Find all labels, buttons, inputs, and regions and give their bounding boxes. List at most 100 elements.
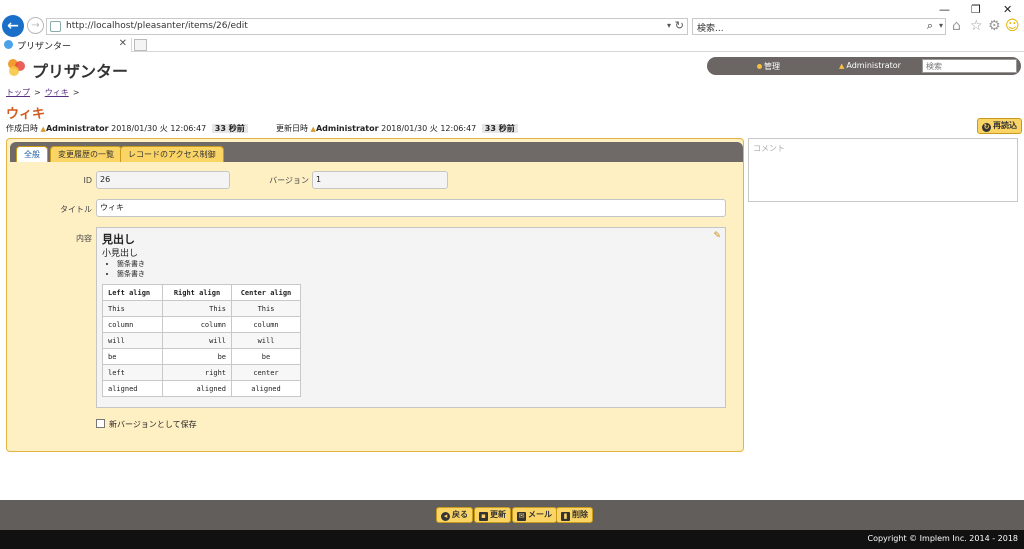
browser-tab-title: プリザンター [17, 42, 72, 52]
content-preview[interactable]: 見出し 小見出し ✎ 箇条書き 箇条書き Left align Right al… [96, 227, 726, 408]
created-label: 作成日時 [6, 124, 38, 133]
mail-button[interactable]: ✉ メール [512, 507, 557, 523]
update-button[interactable]: ▪ 更新 [474, 507, 511, 523]
table-row: be be be [102, 348, 301, 365]
back-icon: ◂ [441, 512, 450, 521]
admin-menu[interactable]: 管理 [757, 61, 780, 72]
created-user[interactable]: Administrator [46, 124, 109, 133]
table-cell: This [162, 300, 232, 317]
updated-user[interactable]: Administrator [316, 124, 379, 133]
comment-input[interactable]: コメント [748, 138, 1018, 202]
footer-toolbar: ◂ 戻る ▪ 更新 ✉ メール ▮ 削除 [0, 500, 1024, 530]
title-label: タイトル [60, 205, 92, 214]
user-menu[interactable]: ▲ Administrator [839, 61, 901, 70]
id-label: ID [83, 176, 92, 185]
content-table: Left align Right align Center align This… [102, 284, 301, 397]
favicon-icon [4, 40, 13, 49]
settings-gear-icon[interactable]: ⚙ [988, 18, 1001, 34]
list-item: 箇条書き [117, 269, 145, 279]
save-disk-icon: ▪ [479, 512, 488, 521]
logo-flower-icon [8, 59, 25, 76]
new-tab-icon[interactable] [134, 39, 147, 51]
address-dropdown-icon[interactable]: ▾ [667, 21, 671, 30]
refresh-icon[interactable]: ↻ [675, 19, 684, 32]
content-heading: 見出し [102, 233, 135, 246]
content-bullet-list: 箇条書き 箇条書き [117, 259, 145, 279]
table-cell: be [162, 348, 232, 365]
table-cell: column [102, 316, 163, 333]
table-header: Right align [162, 284, 232, 301]
content-subheading: 小見出し [102, 249, 139, 259]
search-icon[interactable]: ⌕ [927, 19, 933, 33]
table-row: This This This [102, 300, 301, 317]
updated-time: 2018/01/30 火 12:06:47 [381, 124, 477, 133]
table-cell: aligned [162, 380, 232, 397]
restore-icon[interactable]: ❐ [971, 3, 981, 16]
breadcrumb-separator: > [34, 88, 41, 97]
table-cell: aligned [231, 380, 301, 397]
reload-button[interactable]: ↻ 再読込 [977, 118, 1022, 134]
header-search[interactable] [922, 59, 1017, 73]
address-bar[interactable]: http://localhost/pleasanter/items/26/edi… [46, 18, 688, 35]
back-button[interactable]: ◂ 戻る [436, 507, 473, 523]
reload-label: 再読込 [993, 121, 1017, 130]
favorites-star-icon[interactable]: ☆ [970, 18, 983, 34]
breadcrumb-wiki[interactable]: ウィキ [45, 88, 69, 97]
browser-tab[interactable]: プリザンター ✕ [0, 38, 132, 52]
updated-ago-badge: 33 秒前 [481, 124, 518, 133]
version-field: 1 [312, 171, 448, 189]
table-cell: center [231, 364, 301, 381]
back-arrow-icon[interactable]: ← [2, 15, 24, 37]
table-cell: right [162, 364, 232, 381]
breadcrumb: トップ > ウィキ > [6, 87, 83, 98]
tab-history[interactable]: 変更履歴の一覧 [50, 146, 122, 162]
close-window-icon[interactable]: ✕ [1003, 3, 1012, 16]
close-tab-icon[interactable]: ✕ [119, 38, 127, 49]
tab-general[interactable]: 全般 [16, 146, 48, 162]
gear-icon [757, 64, 762, 69]
user-icon: ▲ [839, 62, 845, 70]
table-header-row: Left align Right align Center align [102, 284, 301, 301]
forward-arrow-icon[interactable]: → [27, 17, 44, 34]
copyright: Copyright © Implem Inc. 2014 - 2018 [0, 530, 1024, 549]
table-cell: will [102, 332, 163, 349]
table-cell: will [231, 332, 301, 349]
header-nav-bar: 管理 ▲ Administrator [707, 57, 1021, 75]
url-text: http://localhost/pleasanter/items/26/edi… [66, 21, 248, 31]
edit-pencil-icon[interactable]: ✎ [713, 231, 721, 241]
save-new-version-checkbox[interactable]: 新バージョンとして保存 [96, 419, 197, 430]
table-header: Center align [231, 284, 301, 301]
minimize-icon[interactable]: — [939, 3, 950, 16]
page-icon [50, 21, 61, 32]
table-cell: column [231, 316, 301, 333]
table-cell: This [231, 300, 301, 317]
table-cell: aligned [102, 380, 163, 397]
user-menu-label: Administrator [846, 61, 901, 70]
search-dropdown-icon[interactable]: ▾ [939, 21, 943, 30]
delete-button[interactable]: ▮ 削除 [556, 507, 593, 523]
home-icon[interactable]: ⌂ [952, 18, 961, 34]
title-field[interactable]: ウィキ [96, 199, 726, 217]
content-label: 内容 [76, 234, 92, 243]
browser-search-placeholder: 検索... [697, 24, 724, 34]
created-time: 2018/01/30 火 12:06:47 [111, 124, 207, 133]
created-meta: 作成日時 ▲Administrator 2018/01/30 火 12:06:4… [6, 123, 248, 134]
comment-placeholder: コメント [753, 144, 785, 153]
header-search-input[interactable] [923, 60, 1016, 72]
table-cell: This [102, 300, 163, 317]
table-cell: be [102, 348, 163, 365]
table-cell: column [162, 316, 232, 333]
browser-chrome: — ❐ ✕ ← → http://localhost/pleasanter/it… [0, 0, 1024, 38]
admin-menu-label: 管理 [764, 62, 780, 71]
updated-meta: 更新日時 ▲Administrator 2018/01/30 火 12:06:4… [276, 123, 518, 134]
browser-search-input[interactable]: 検索... ⌕ ▾ [692, 18, 946, 35]
checkbox-box[interactable] [96, 419, 105, 428]
updated-label: 更新日時 [276, 124, 308, 133]
delete-label: 削除 [572, 510, 588, 519]
tab-access-control[interactable]: レコードのアクセス制御 [120, 146, 224, 162]
smiley-icon[interactable]: ☺ [1005, 18, 1020, 34]
created-ago-badge: 33 秒前 [211, 124, 248, 133]
breadcrumb-top[interactable]: トップ [6, 88, 30, 97]
reload-icon: ↻ [982, 123, 991, 132]
version-label: バージョン [269, 176, 309, 185]
